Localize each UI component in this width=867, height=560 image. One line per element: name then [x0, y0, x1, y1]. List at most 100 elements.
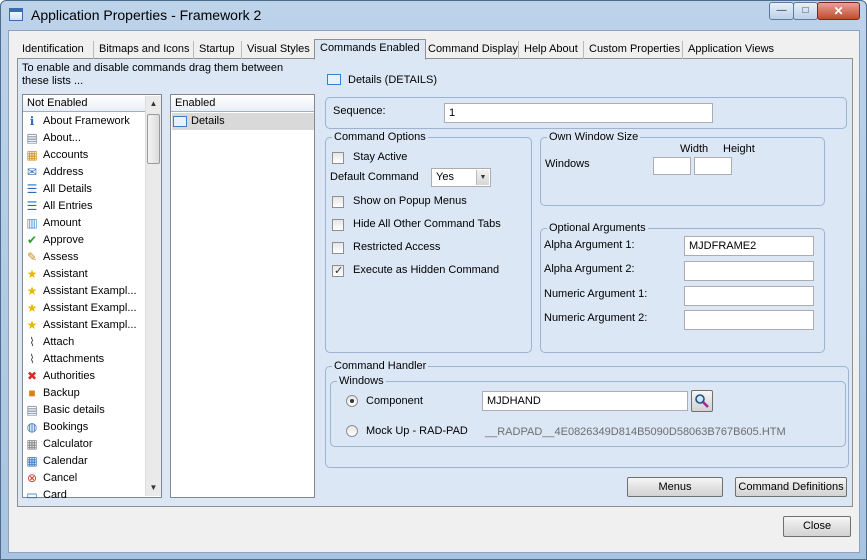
not-enabled-item[interactable]: ✔ Approve — [24, 232, 142, 249]
not-enabled-item[interactable]: ★ Assistant Exampl... — [24, 300, 142, 317]
minimize-button[interactable]: — — [769, 2, 794, 20]
command-handler-group: Command Handler Windows Component MJDHAN… — [325, 360, 849, 468]
not-enabled-item[interactable]: ▤ Basic details — [24, 402, 142, 419]
not-enabled-item[interactable]: ▥ Amount — [24, 215, 142, 232]
alpha-argument-2-input[interactable] — [684, 261, 814, 281]
window-title: Application Properties - Framework 2 — [31, 7, 262, 23]
sequence-input[interactable]: 1 — [444, 103, 713, 123]
not-enabled-item[interactable]: ℹ About Framework — [24, 113, 142, 130]
close-button[interactable]: Close — [783, 516, 851, 537]
enabled-list[interactable]: Enabled Details — [170, 94, 315, 498]
star-icon: ★ — [26, 318, 38, 332]
info-icon: ℹ — [29, 114, 35, 128]
list-item-label: Assistant Exampl... — [43, 319, 137, 331]
not-enabled-item[interactable]: ▦ Calculator — [24, 436, 142, 453]
menus-button[interactable]: Menus — [627, 477, 723, 497]
window-height-input[interactable] — [694, 157, 732, 175]
not-enabled-item[interactable]: ✖ Authorities — [24, 368, 142, 385]
list-item-label: Basic details — [43, 404, 105, 416]
numeric-argument-2-input[interactable] — [684, 310, 814, 330]
default-command-select[interactable]: Yes ▼ — [431, 168, 491, 187]
component-input[interactable]: MJDHAND — [482, 391, 688, 411]
default-command-label: Default Command — [330, 171, 419, 183]
component-search-button[interactable] — [691, 390, 713, 412]
not-enabled-item[interactable]: ▦ Calendar — [24, 453, 142, 470]
restricted-access-checkbox[interactable] — [332, 242, 344, 254]
tab-custom-properties[interactable]: Custom Properties — [583, 41, 685, 59]
scroll-thumb[interactable] — [147, 114, 160, 164]
pencil-icon: ✎ — [26, 250, 38, 264]
magnifier-icon — [695, 394, 709, 408]
scroll-up-icon[interactable]: ▲ — [146, 96, 161, 112]
not-enabled-item[interactable]: ⊗ Cancel — [24, 470, 142, 487]
windows-label: Windows — [545, 158, 590, 170]
card-icon: ▭ — [26, 488, 38, 502]
title-bar[interactable]: Application Properties - Framework 2 — □… — [1, 1, 866, 29]
enabled-item-details[interactable]: Details — [172, 113, 314, 130]
not-enabled-scrollbar[interactable]: ▲ ▼ — [145, 96, 161, 496]
chevron-down-icon[interactable]: ▼ — [476, 170, 489, 185]
document-icon: ▤ — [26, 403, 38, 417]
not-enabled-item[interactable]: ★ Assistant Exampl... — [24, 283, 142, 300]
maximize-button[interactable]: □ — [793, 2, 818, 20]
list-item-label: About Framework — [43, 115, 130, 127]
details-header: Details (DETAILS) — [348, 74, 438, 86]
list-item-label: Accounts — [43, 149, 89, 161]
mockup-file: __RADPAD__4E0826349D814B5090D58063B767B6… — [485, 426, 786, 438]
not-enabled-item[interactable]: ⌇ Attach — [24, 334, 142, 351]
command-definitions-button[interactable]: Command Definitions — [735, 477, 847, 497]
not-enabled-item[interactable]: ▦ Accounts — [24, 147, 142, 164]
not-enabled-header: Not Enabled — [23, 95, 145, 112]
not-enabled-item[interactable]: ★ Assistant — [24, 266, 142, 283]
list-item-label: All Entries — [43, 200, 93, 212]
tab-command-display[interactable]: Command Display — [422, 41, 523, 59]
bin-icon: ▥ — [26, 216, 38, 230]
tab-bitmaps-and-icons[interactable]: Bitmaps and Icons — [93, 41, 195, 59]
own-window-size-title: Own Window Size — [547, 131, 641, 144]
component-radio[interactable] — [346, 395, 358, 407]
height-label: Height — [723, 143, 755, 155]
list-item-label: Attachments — [43, 353, 105, 365]
list-item-label: Calendar — [43, 455, 88, 467]
hide-tabs-checkbox[interactable] — [332, 219, 344, 231]
component-label: Component — [366, 395, 423, 407]
tab-startup[interactable]: Startup — [193, 41, 239, 59]
tab-application-views[interactable]: Application Views — [682, 41, 779, 59]
stay-active-checkbox[interactable] — [332, 152, 344, 164]
not-enabled-item[interactable]: ■ Backup — [24, 385, 142, 402]
not-enabled-item[interactable]: ☰ All Details — [24, 181, 142, 198]
mockup-radio[interactable] — [346, 425, 358, 437]
not-enabled-item[interactable]: ★ Assistant Exampl... — [24, 317, 142, 334]
tab-commands-enabled[interactable]: Commands Enabled — [314, 39, 426, 60]
list-item-label: Amount — [43, 217, 81, 229]
list-item-label: Attach — [43, 336, 75, 348]
not-enabled-item[interactable]: ▭ Card — [24, 487, 142, 504]
command-options-group: Command Options Stay Active Default Comm… — [325, 131, 532, 353]
window-icon — [327, 74, 341, 85]
not-enabled-item[interactable]: ✎ Assess — [24, 249, 142, 266]
handler-windows-group: Windows Component MJDHAND Mock Up - RAD-… — [330, 375, 846, 447]
document-icon: ▤ — [26, 131, 38, 145]
tab-visual-styles[interactable]: Visual Styles — [241, 41, 315, 59]
mockup-label: Mock Up - RAD-PAD — [366, 425, 468, 437]
not-enabled-item[interactable]: ⌇ Attachments — [24, 351, 142, 368]
not-enabled-item[interactable]: ◍ Bookings — [24, 419, 142, 436]
numeric-argument-1-input[interactable] — [684, 286, 814, 306]
list-item-label: Calculator — [43, 438, 93, 450]
not-enabled-item[interactable]: ▤ About... — [24, 130, 142, 147]
x-icon: ✖ — [26, 369, 38, 383]
numeric-argument-2-label: Numeric Argument 2: — [544, 312, 648, 324]
scroll-down-icon[interactable]: ▼ — [146, 480, 161, 496]
tab-help-about[interactable]: Help About — [518, 41, 583, 59]
close-window-button[interactable]: ✕ — [817, 2, 860, 20]
show-popup-checkbox[interactable] — [332, 196, 344, 208]
sequence-label: Sequence: — [333, 105, 386, 117]
alpha-argument-1-input[interactable]: MJDFRAME2 — [684, 236, 814, 256]
not-enabled-item[interactable]: ✉ Address — [24, 164, 142, 181]
not-enabled-item[interactable]: ☰ All Entries — [24, 198, 142, 215]
execute-hidden-checkbox[interactable] — [332, 264, 344, 277]
app-window-icon — [9, 8, 23, 21]
tab-identification[interactable]: Identification — [17, 41, 89, 59]
not-enabled-list[interactable]: Not Enabled ℹ About Framework ▤ About... ▦ Ac… — [22, 94, 162, 502]
window-width-input[interactable] — [653, 157, 691, 175]
